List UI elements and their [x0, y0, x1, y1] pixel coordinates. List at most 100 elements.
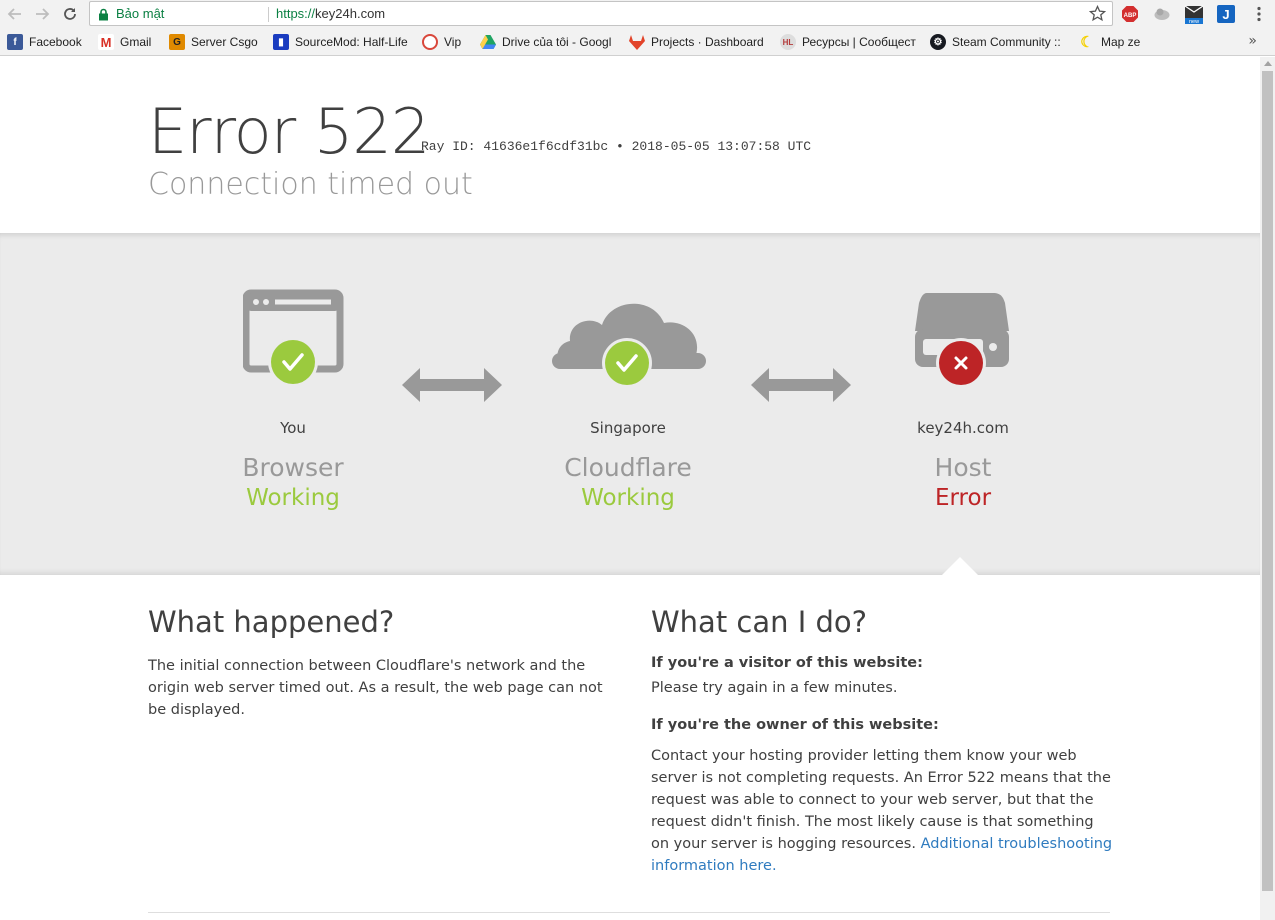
url-host: key24h.com — [315, 6, 386, 21]
owner-heading: If you're the owner of this website: — [651, 717, 939, 733]
more-bookmarks-chevron-icon[interactable]: » — [1248, 33, 1257, 49]
bookmark-label: Server Csgo — [191, 35, 258, 49]
host-status-graphic — [913, 293, 1013, 397]
node-status: Working — [581, 485, 675, 511]
arrow-left-icon — [7, 8, 21, 20]
node-location: You — [280, 419, 306, 437]
server-drive-icon — [915, 293, 1009, 388]
browser-status-graphic — [242, 288, 353, 392]
ok-badge-icon — [271, 340, 315, 384]
visitor-block: If you're a visitor of this website: Ple… — [651, 655, 1113, 699]
bookmark-label: Steam Community :: — [952, 35, 1061, 49]
what-can-i-do-heading: What can I do? — [651, 605, 868, 639]
address-bar[interactable]: Bảo mật https://key24h.com — [89, 1, 1113, 26]
cloud-status-graphic — [552, 293, 706, 397]
error-header: Error 522 Ray ID: 41636e1f6cdf31bc • 201… — [0, 57, 1260, 233]
url-text[interactable]: https://key24h.com — [276, 6, 385, 21]
bookmark-label: Projects · Dashboard — [651, 35, 764, 49]
bookmark-star-icon[interactable] — [1089, 5, 1106, 22]
adblock-icon: ABP — [1122, 6, 1138, 22]
node-location: Singapore — [590, 419, 666, 437]
bookmark-label: Map ze — [1101, 35, 1141, 49]
node-name: Cloudflare — [564, 453, 692, 482]
bookmark-steam[interactable]: ⚙ Steam Community :: — [930, 33, 1068, 51]
drive-icon — [480, 34, 496, 50]
scrollbar-thumb[interactable] — [1262, 71, 1273, 891]
steam-icon: ⚙ — [930, 34, 946, 50]
double-arrow-icon — [751, 368, 851, 406]
svg-text:new: new — [1189, 19, 1199, 24]
bookmarks-bar: f Facebook M Gmail G Server Csgo ▮ SourceMod… — [0, 28, 1275, 56]
bookmark-server-csgo[interactable]: G Server Csgo — [169, 33, 264, 51]
omnibox-divider — [268, 7, 269, 22]
node-status: Working — [246, 485, 340, 511]
kebab-menu-icon — [1257, 6, 1261, 22]
hlmod-icon: HL — [780, 34, 796, 50]
mail-extension[interactable]: new — [1184, 4, 1204, 24]
what-can-i-do-column: What can I do? If you're a visitor of th… — [651, 605, 1113, 895]
bookmark-label: Drive của tôi - Googl — [502, 35, 612, 49]
sourcemod-icon: ▮ — [273, 34, 289, 50]
cloud-icon — [552, 303, 706, 388]
chrome-menu-button[interactable] — [1249, 4, 1269, 24]
bookmark-facebook[interactable]: f Facebook — [7, 33, 89, 51]
host-pointer-notch — [941, 557, 979, 576]
error-title: Connection timed out — [148, 167, 473, 202]
vertical-scrollbar[interactable] — [1260, 57, 1275, 920]
node-name: Browser — [242, 453, 344, 482]
visitor-text: Please try again in a few minutes. — [651, 680, 898, 696]
node-status: Error — [934, 485, 992, 511]
bookmark-label: Gmail — [120, 35, 152, 49]
bookmark-label: Ресурсы | Сообщест — [802, 35, 916, 49]
lock-icon — [99, 8, 108, 21]
arrow-right-icon — [36, 8, 50, 20]
bookmark-sourcemod[interactable]: ▮ SourceMod: Half-Life — [273, 33, 411, 51]
bookmark-gmail[interactable]: M Gmail — [98, 33, 160, 51]
reload-icon — [64, 8, 76, 20]
footer-divider — [148, 912, 1110, 913]
banana-icon: ☾ — [1080, 34, 1094, 51]
owner-block: If you're the owner of this website: Con… — [651, 717, 1113, 877]
j-logo-icon: J — [1217, 5, 1235, 23]
double-arrow-icon — [402, 368, 502, 406]
reload-button[interactable] — [60, 4, 80, 24]
owner-paragraph: Contact your hosting provider letting th… — [651, 745, 1113, 877]
what-happened-text: The initial connection between Cloudflar… — [148, 658, 603, 718]
gmail-icon: M — [98, 34, 114, 50]
bookmark-gitlab[interactable]: Projects · Dashboard — [629, 33, 769, 51]
j-extension[interactable]: J — [1216, 4, 1236, 24]
bookmark-label: SourceMod: Half-Life — [295, 35, 408, 49]
svg-text:J: J — [1222, 7, 1229, 22]
node-location: key24h.com — [917, 419, 1009, 437]
ok-badge-icon — [605, 341, 649, 385]
mail-new-icon: new — [1184, 5, 1204, 24]
puzzle-cloud-icon — [1154, 8, 1170, 20]
bookmark-drive[interactable]: Drive của tôi - Googl — [480, 33, 618, 51]
visitor-heading: If you're a visitor of this website: — [651, 655, 923, 671]
back-button[interactable] — [5, 4, 25, 24]
bookmark-label: Facebook — [29, 35, 82, 49]
bookmark-vip[interactable]: Vip — [422, 33, 472, 51]
node-name: Host — [934, 453, 992, 482]
connection-diagram: You Browser Working Singapore Cloudflare… — [0, 233, 1260, 575]
what-happened-column: What happened? The initial connection be… — [148, 605, 613, 721]
page-viewport: Error 522 Ray ID: 41636e1f6cdf31bc • 201… — [0, 57, 1260, 920]
extension-gray[interactable] — [1152, 4, 1172, 24]
svg-text:ABP: ABP — [1124, 13, 1137, 19]
ray-id: Ray ID: 41636e1f6cdf31bc • 2018-05-05 13… — [421, 139, 812, 154]
bookmark-hlmod[interactable]: HL Ресурсы | Сообщест — [780, 33, 918, 51]
browser-toolbar: Bảo mật https://key24h.com ABP new J — [0, 0, 1275, 28]
facebook-icon: f — [7, 34, 23, 50]
what-happened-heading: What happened? — [148, 605, 395, 639]
secure-label: Bảo mật — [116, 6, 165, 21]
adblock-extension[interactable]: ABP — [1120, 4, 1140, 24]
gitlab-icon — [629, 34, 645, 50]
vip-icon — [422, 34, 438, 50]
forward-button[interactable] — [32, 4, 52, 24]
csgo-icon: G — [169, 34, 185, 50]
scroll-up-arrow-icon[interactable] — [1264, 61, 1272, 66]
bookmark-map-ze[interactable]: ☾ Map ze — [1079, 33, 1159, 51]
bookmark-label: Vip — [444, 35, 462, 49]
error-code: Error 522 — [148, 95, 430, 168]
browser-window-icon — [242, 289, 344, 387]
